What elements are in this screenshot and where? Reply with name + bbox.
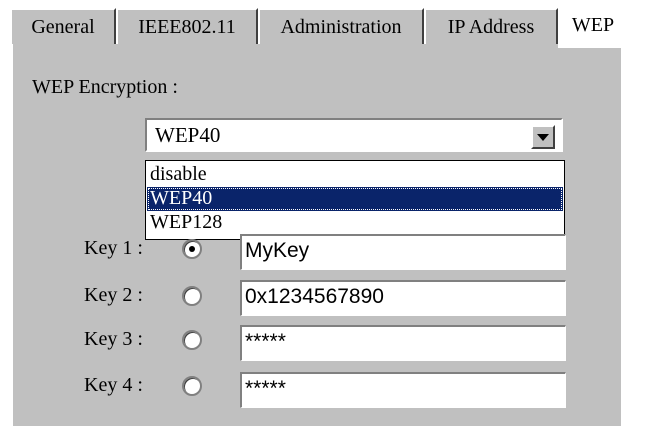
tab-ip-address[interactable]: IP Address (424, 8, 558, 44)
key2-label: Key 2 : (84, 284, 143, 306)
chevron-down-icon[interactable] (531, 125, 555, 149)
wep-encryption-value: WEP40 (155, 123, 221, 147)
key2-radio[interactable] (182, 286, 202, 306)
option-wep128[interactable]: WEP128 (147, 211, 563, 235)
tab-bar: General IEEE802.11 Administration IP Add… (10, 8, 630, 48)
key4-radio[interactable] (182, 376, 202, 396)
key2-input[interactable]: 0x1234567890 (240, 280, 566, 316)
key3-radio[interactable] (182, 330, 202, 350)
wep-encryption-dropdown: disable WEP40 WEP128 (145, 160, 565, 240)
tab-ieee80211[interactable]: IEEE802.11 (116, 8, 258, 44)
key1-label: Key 1 : (84, 237, 143, 259)
key1-radio[interactable] (182, 239, 202, 259)
wep-encryption-label: WEP Encryption : (32, 76, 178, 98)
tab-general[interactable]: General (10, 8, 116, 44)
tab-administration[interactable]: Administration (258, 8, 424, 44)
option-disable[interactable]: disable (147, 163, 563, 187)
key4-label: Key 4 : (84, 374, 143, 396)
tab-wep[interactable]: WEP (558, 8, 628, 48)
wep-encryption-select[interactable]: WEP40 (145, 118, 563, 152)
key1-input[interactable]: MyKey (240, 234, 566, 270)
key3-input[interactable]: ***** (240, 325, 566, 361)
key3-label: Key 3 : (84, 328, 143, 350)
key4-input[interactable]: ***** (240, 372, 566, 408)
option-wep40[interactable]: WEP40 (147, 187, 563, 211)
